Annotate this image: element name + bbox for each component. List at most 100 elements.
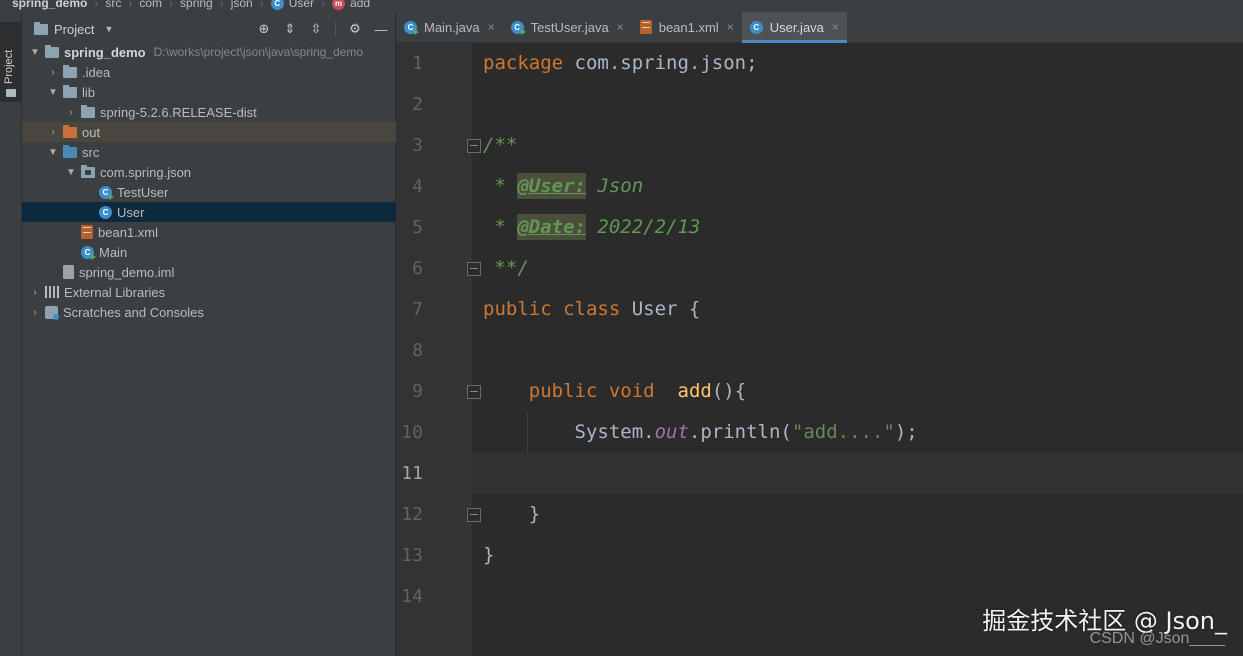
- chevron-down-icon[interactable]: ▼: [46, 147, 60, 158]
- project-tool-window-button[interactable]: Project: [0, 22, 22, 102]
- chevron-down-icon[interactable]: ▼: [28, 47, 42, 58]
- breadcrumb-add-label: add: [350, 0, 371, 10]
- tree-item-iml[interactable]: spring_demo.iml: [22, 262, 396, 282]
- xml-file-icon: [639, 20, 652, 34]
- tree-item-lib[interactable]: ▼ lib: [22, 82, 396, 102]
- tree-root-label: spring_demo: [64, 44, 146, 60]
- code-line-6: **/: [483, 257, 529, 279]
- excluded-folder-icon: [63, 124, 77, 138]
- tree-item-package[interactable]: ▼ com.spring.json: [22, 162, 396, 182]
- breadcrumb-item-src[interactable]: src: [105, 0, 121, 11]
- breadcrumb-item-project[interactable]: spring_demo: [12, 0, 87, 11]
- tree-item-testuser[interactable]: C TestUser: [22, 182, 396, 202]
- chevron-right-icon[interactable]: ›: [28, 287, 42, 298]
- line-number: 8: [412, 340, 423, 361]
- fold-marker-icon[interactable]: [467, 385, 481, 399]
- code-line-12: }: [528, 503, 541, 525]
- tab-label: User.java: [769, 19, 824, 35]
- chevron-down-icon[interactable]: ▼: [64, 167, 78, 178]
- breadcrumb-item-spring[interactable]: spring: [180, 0, 213, 11]
- chevron-right-icon[interactable]: ›: [64, 107, 78, 118]
- tree-item-idea[interactable]: › .idea: [22, 62, 396, 82]
- chevron-down-icon[interactable]: ▼: [46, 87, 60, 98]
- tree-item-scratches[interactable]: › Scratches and Consoles: [22, 302, 396, 322]
- close-icon[interactable]: ×: [617, 20, 624, 34]
- java-class-icon: C: [99, 185, 114, 200]
- tree-idea-label: .idea: [82, 64, 111, 80]
- tree-user-label: User: [117, 204, 145, 220]
- breadcrumb-item-add[interactable]: m add: [332, 0, 370, 11]
- fold-marker-icon[interactable]: [467, 262, 481, 276]
- breadcrumb-item-json[interactable]: json: [231, 0, 253, 11]
- line-number: 4: [412, 176, 423, 197]
- expand-all-icon[interactable]: ⇕: [281, 20, 299, 38]
- breadcrumb-separator-icon: ›: [128, 0, 133, 10]
- project-view-selector[interactable]: Project ▼: [34, 21, 114, 37]
- folder-icon: [63, 64, 77, 78]
- gear-icon[interactable]: ⚙: [346, 20, 364, 38]
- code-editor[interactable]: 1 2 3 4 5 6 7 8 9 10 11 12 13 14 package…: [396, 43, 1243, 656]
- tab-bean1-xml[interactable]: bean1.xml ×: [632, 12, 742, 42]
- line-number: 7: [412, 299, 423, 320]
- code-line-9: public void add(){: [528, 380, 747, 402]
- breadcrumb-separator-icon: ›: [259, 0, 264, 10]
- tree-item-spring-dist[interactable]: › spring-5.2.6.RELEASE-dist: [22, 102, 396, 122]
- tree-item-out[interactable]: › out: [22, 122, 396, 142]
- tree-item-external-libraries[interactable]: › External Libraries: [22, 282, 396, 302]
- module-file-icon: [63, 265, 74, 279]
- tab-main-java[interactable]: C Main.java ×: [396, 12, 503, 42]
- line-number: 14: [401, 586, 423, 607]
- source-folder-icon: [63, 144, 77, 158]
- code-line-3: /**: [483, 134, 518, 156]
- line-number-gutter: 1 2 3 4 5 6 7 8 9 10 11 12 13 14: [396, 43, 471, 656]
- tree-src-label: src: [82, 144, 100, 160]
- tree-out-label: out: [82, 124, 101, 140]
- project-stripe-label: Project: [3, 49, 15, 84]
- folder-icon: [34, 21, 48, 35]
- line-number: 5: [412, 217, 423, 238]
- tab-user-java[interactable]: C User.java ×: [741, 12, 848, 43]
- close-icon[interactable]: ×: [832, 20, 839, 34]
- folder-icon: [81, 104, 95, 118]
- chevron-right-icon[interactable]: ›: [46, 127, 60, 138]
- breadcrumb-separator-icon: ›: [321, 0, 326, 10]
- scratches-icon: [45, 305, 59, 320]
- line-number-current: 11: [401, 463, 423, 484]
- line-number: 13: [401, 545, 423, 566]
- close-icon[interactable]: ×: [488, 20, 495, 34]
- tab-testuser-java[interactable]: C TestUser.java ×: [503, 12, 632, 42]
- breadcrumb-item-com[interactable]: com: [139, 0, 162, 11]
- chevron-right-icon[interactable]: ›: [46, 67, 60, 78]
- tree-item-main[interactable]: C Main: [22, 242, 396, 262]
- locate-file-icon[interactable]: ⊕: [255, 20, 273, 38]
- fold-marker-icon[interactable]: [467, 508, 481, 522]
- close-icon[interactable]: ×: [727, 20, 734, 34]
- line-number: 10: [401, 422, 423, 443]
- java-class-icon: C: [99, 205, 112, 219]
- watermark-csdn: CSDN @Json____: [1089, 630, 1225, 647]
- tree-item-src[interactable]: ▼ src: [22, 142, 396, 162]
- tree-item-bean1[interactable]: bean1.xml: [22, 222, 396, 242]
- fold-marker-icon[interactable]: [467, 139, 481, 153]
- hide-panel-icon[interactable]: —: [372, 20, 390, 38]
- code-line-7: public class User {: [483, 298, 701, 320]
- chevron-right-icon[interactable]: ›: [28, 307, 42, 318]
- tree-item-root[interactable]: ▼ spring_demo D:\works\project\json\java…: [22, 42, 396, 62]
- javadoc-tag: @Date:: [517, 214, 586, 240]
- tree-package-label: com.spring.json: [100, 164, 192, 180]
- chevron-down-icon: ▼: [104, 24, 114, 34]
- tab-label: TestUser.java: [530, 19, 609, 35]
- code-line-5: * @Date: 2022/2/13: [483, 214, 701, 240]
- package-icon: [81, 164, 95, 178]
- tree-item-user[interactable]: C User: [22, 202, 396, 222]
- java-class-icon: C: [270, 0, 284, 10]
- breadcrumb-item-user[interactable]: C User: [270, 0, 314, 11]
- code-line-4: * @User: Json: [483, 173, 644, 199]
- code-line-13: }: [483, 544, 495, 566]
- line-number: 2: [412, 94, 423, 115]
- tree-scratches-label: Scratches and Consoles: [63, 304, 204, 320]
- line-number: 1: [412, 53, 423, 74]
- toolbar-divider: [335, 22, 336, 36]
- collapse-all-icon[interactable]: ⇳: [307, 20, 325, 38]
- current-line-highlight: [472, 453, 1243, 494]
